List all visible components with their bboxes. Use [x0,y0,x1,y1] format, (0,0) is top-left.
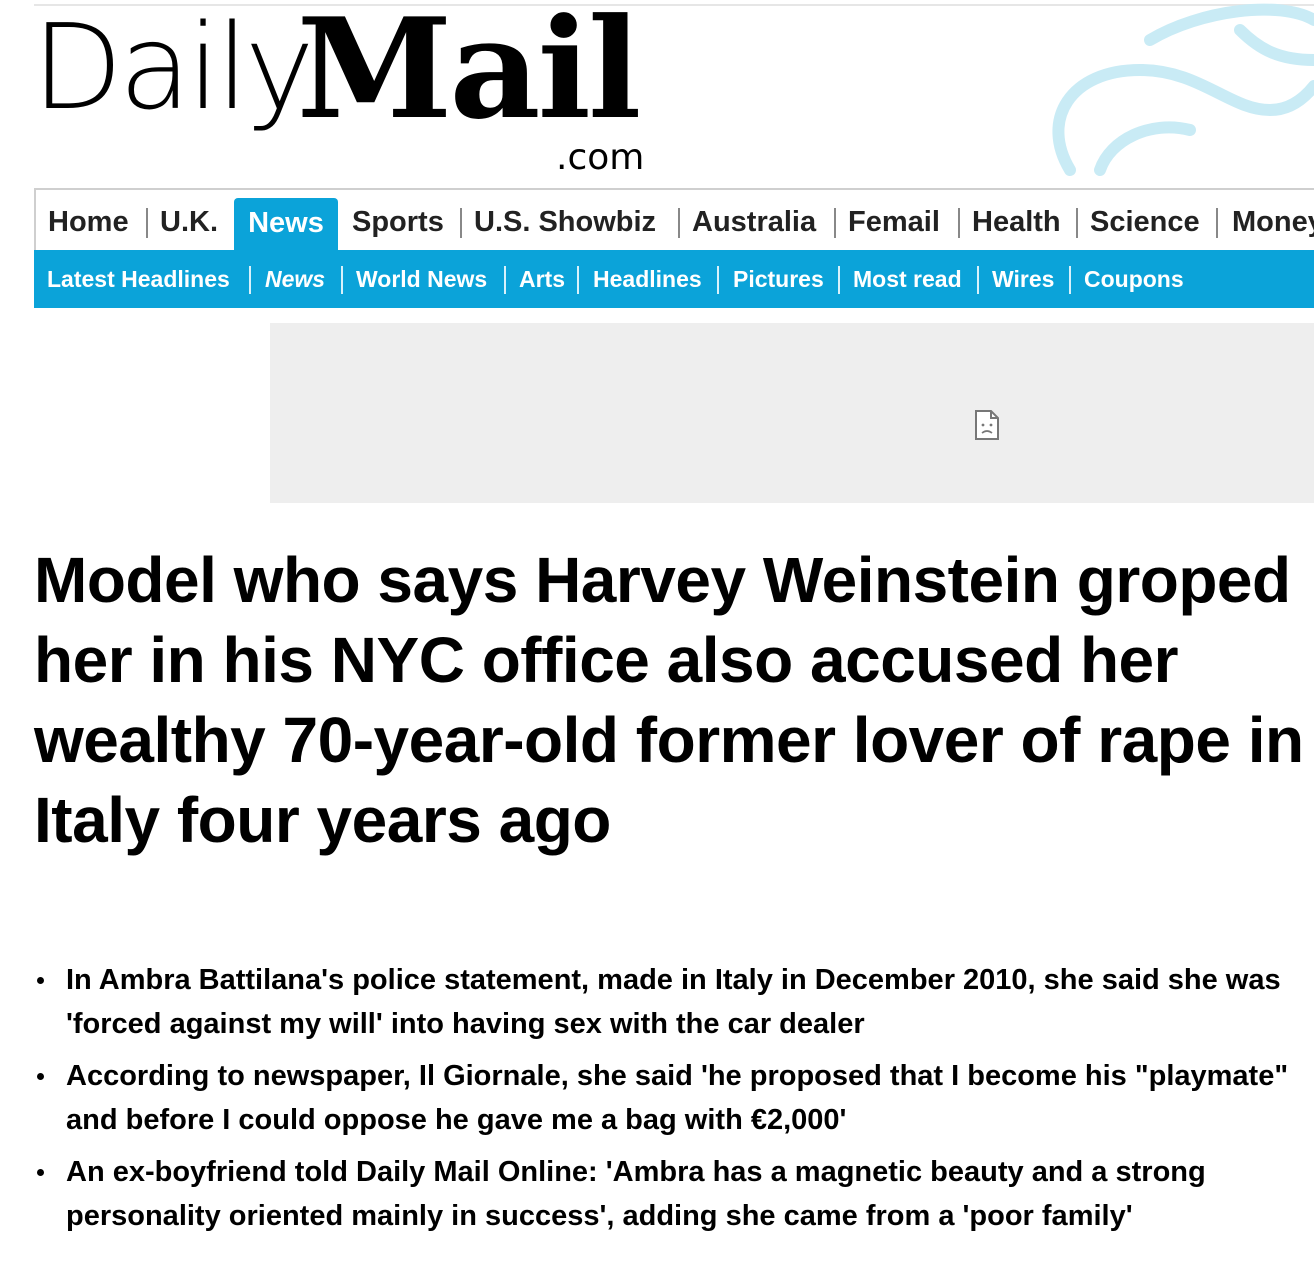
subnav-coupons[interactable]: Coupons [1084,250,1184,308]
subnav-arts[interactable]: Arts [519,250,565,308]
subnav-separator [1069,266,1071,294]
bullet-dot-icon [37,1073,44,1080]
summary-bullet: In Ambra Battilana's police statement, m… [34,958,1304,1046]
summary-bullet: According to newspaper, Il Giornale, she… [34,1054,1304,1142]
nav-science[interactable]: Science [1090,190,1200,250]
nav-separator [460,208,462,238]
nav-separator [1216,208,1218,238]
bullet-dot-icon [37,1169,44,1176]
nav-separator [1076,208,1078,238]
primary-nav: Home U.K. News Sports U.S. Showbiz Austr… [34,188,1314,250]
subnav-separator [838,266,840,294]
nav-health[interactable]: Health [972,190,1061,250]
summary-bullet-text: In Ambra Battilana's police statement, m… [66,964,1281,1040]
nav-australia[interactable]: Australia [692,190,816,250]
nav-separator [678,208,680,238]
nav-home[interactable]: Home [48,190,129,250]
nav-separator [958,208,960,238]
masthead-decoration-icon [1052,3,1314,176]
nav-separator [834,208,836,238]
masthead: Daily Mail .com [0,0,1314,190]
summary-bullet-text: An ex-boyfriend told Daily Mail Online: … [66,1156,1206,1232]
logo-com-text: .com [556,137,645,178]
subnav-world-news[interactable]: World News [356,250,487,308]
bullet-dot-icon [37,977,44,984]
article-headline: Model who says Harvey Weinstein groped h… [34,544,1304,856]
nav-femail[interactable]: Femail [848,190,940,250]
nav-separator [146,208,148,238]
summary-bullet: An ex-boyfriend told Daily Mail Online: … [34,1150,1304,1238]
ad-slot[interactable] [270,323,1314,503]
logo-mail-text: Mail [296,0,642,150]
summary-bullet-text: According to newspaper, Il Giornale, she… [66,1060,1289,1136]
nav-news-active[interactable]: News [234,198,338,250]
subnav-headlines[interactable]: Headlines [593,250,702,308]
subnav-latest-headlines[interactable]: Latest Headlines [47,250,230,308]
nav-uk[interactable]: U.K. [160,190,218,250]
subnav-pictures[interactable]: Pictures [733,250,824,308]
subnav-separator [977,266,979,294]
nav-sports[interactable]: Sports [352,190,444,250]
subnav-most-read[interactable]: Most read [853,250,962,308]
subnav-news-active[interactable]: News [265,250,325,308]
article-summary-list: In Ambra Battilana's police statement, m… [34,958,1304,1246]
subnav-separator [249,266,251,294]
subnav-wires[interactable]: Wires [992,250,1054,308]
subnav-separator [577,266,579,294]
logo-daily-text: Daily [32,0,315,136]
secondary-nav: Latest Headlines News World News Arts He… [34,250,1314,308]
nav-us-showbiz[interactable]: U.S. Showbiz [474,190,656,250]
nav-money[interactable]: Money [1232,190,1314,250]
subnav-separator [341,266,343,294]
subnav-separator [504,266,506,294]
broken-image-icon [975,410,999,440]
subnav-separator [717,266,719,294]
